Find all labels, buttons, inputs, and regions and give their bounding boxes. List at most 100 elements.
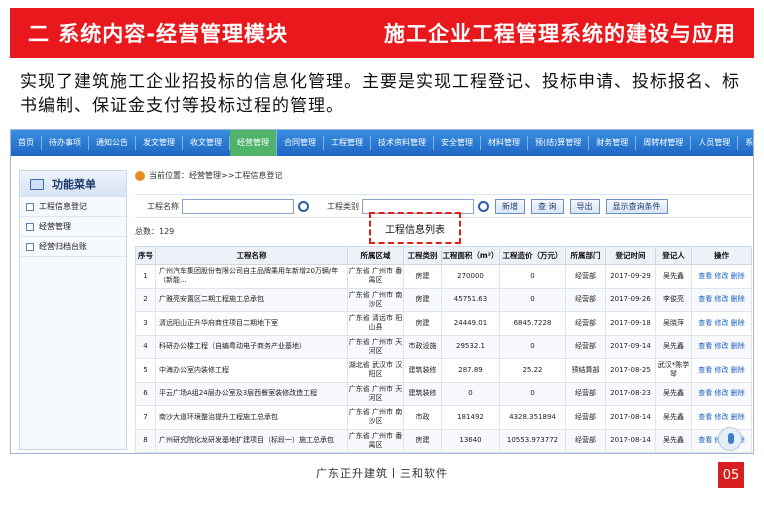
table-row[interactable]: 9保利仙龙全村项目二期CO21地块土建及水电安装工程广东省 从化市 城区房建71… xyxy=(135,452,752,453)
column-header: 工程面积（m²） xyxy=(441,246,500,265)
microphone-button[interactable] xyxy=(718,427,742,451)
name-input[interactable] xyxy=(182,198,294,214)
column-header: 登记时间 xyxy=(605,246,656,265)
row-actions[interactable]: 查看 修改 删除 xyxy=(691,287,752,312)
nav-item[interactable]: 收文管理 xyxy=(183,136,230,150)
column-header: 操作 xyxy=(691,246,752,265)
banner-left-title: 二 系统内容-经营管理模块 xyxy=(28,22,289,46)
table-row[interactable]: 7 南沙大道环境整治提升工程施工总承包 广东省 广州市 南沙区 市政 181492 432… xyxy=(135,405,752,430)
row-actions[interactable]: 查看 修改 删除 xyxy=(691,405,752,430)
query-button[interactable]: 查 询 xyxy=(531,198,564,214)
nav-item[interactable]: 财务管理 xyxy=(589,136,637,150)
table-cell: 清远阳山正升华府商住项目二期地下室 xyxy=(155,311,348,336)
nav-item[interactable]: 通知公告 xyxy=(89,136,136,150)
column-header: 工程名称 xyxy=(155,246,348,265)
sidebar-item-project-register[interactable]: 工程信息登记 xyxy=(20,197,126,217)
table-cell: 0 xyxy=(441,381,500,406)
table-cell: 45751.63 xyxy=(441,287,500,312)
table-cell: 李俊亮 xyxy=(655,287,692,312)
table-row[interactable]: 3 清远阳山正升华府商住项目二期地下室 广东省 清远市 阳山县 房建 24449.01 6… xyxy=(135,311,752,336)
table-cell: 经营部 xyxy=(565,452,606,453)
list-title: 工程信息列表 xyxy=(369,212,461,244)
export-button[interactable]: 导出 xyxy=(569,198,600,214)
row-actions[interactable]: 查看 修改 删除 xyxy=(691,334,752,359)
table-cell: 经营部 xyxy=(565,428,606,453)
table-cell: 4 xyxy=(135,334,156,359)
table-cell: 1 xyxy=(135,264,156,289)
nav-item[interactable]: 合同管理 xyxy=(277,136,324,150)
table-cell: 270000 xyxy=(441,264,500,289)
sidebar-item-archive[interactable]: 经营归档台账 xyxy=(20,237,126,257)
table-cell: 市政设施 xyxy=(403,334,442,359)
table-cell: 2017-08-25 xyxy=(605,358,656,383)
search-icon[interactable] xyxy=(298,200,309,212)
show-conditions-button[interactable]: 显示查询条件 xyxy=(605,198,668,214)
nav-item[interactable]: 待办事项 xyxy=(42,136,89,150)
table-cell: 广东省 广州市 南沙区 xyxy=(347,287,404,312)
nav-item[interactable]: 工程管理 xyxy=(324,136,371,150)
sidebar-header: 功能菜单 xyxy=(20,171,126,197)
add-button[interactable]: 新增 xyxy=(495,198,525,214)
location-icon xyxy=(135,170,145,181)
total-count: 总数：129 xyxy=(135,227,175,236)
nav-item[interactable]: 系统管理 xyxy=(738,136,753,150)
row-actions[interactable]: 查看 修改 删除 xyxy=(691,358,752,383)
nav-item[interactable]: 发文管理 xyxy=(136,136,183,150)
table-cell: 25.22 xyxy=(499,358,566,383)
nav-item[interactable]: 首页 xyxy=(11,136,42,150)
table-cell: 预结算部 xyxy=(565,358,606,383)
nav-item[interactable]: 技术资料管理 xyxy=(371,136,434,150)
footer-text: 广东正升建筑丨三和软件 xyxy=(316,467,448,480)
table-cell: 广雅亮安置区二期工程施工总承包 xyxy=(155,287,348,312)
row-actions[interactable]: 查看 修改 删除 xyxy=(691,264,752,289)
table-cell: 南沙大道环境整治提升工程施工总承包 xyxy=(155,405,348,430)
table-row[interactable]: 8 广州研究院化龙研发基地扩建项目（标段一）施工总承包 广东省 广州市 番禺区 房建 1… xyxy=(135,428,752,453)
table-cell: 科研办公楼工程（自编粤动电子商务产业基地） xyxy=(155,334,348,359)
table-cell: 181492 xyxy=(441,405,500,430)
table-cell: 建筑装修 xyxy=(403,381,442,406)
nav-item[interactable]: 周转材管理 xyxy=(636,136,692,150)
table-cell: 9 xyxy=(135,452,156,453)
table-cell: 2017-09-26 xyxy=(605,287,656,312)
table-cell: 广州研究院化龙研发基地扩建项目（标段一）施工总承包 xyxy=(155,428,348,453)
table-cell: 经营部 xyxy=(565,311,606,336)
table-row[interactable]: 1 广州汽车集团股份有限公司自主品牌乘用车新增20万辆/年（新能... 广东省 广州… xyxy=(135,264,752,289)
column-header: 工程造价（万元） xyxy=(499,246,566,265)
table-row[interactable]: 6 平云广场A组24层办公室及3层西餐室装修改造工程 广东省 广州市 天河区 建筑装修… xyxy=(135,381,752,406)
table-cell: 0 xyxy=(499,287,566,312)
nav-item[interactable]: 安全管理 xyxy=(434,136,481,150)
monitor-icon xyxy=(30,178,44,190)
table-cell: 13640 xyxy=(441,428,500,453)
table-cell: 吴先鑫 xyxy=(655,428,692,453)
column-header: 所属部门 xyxy=(565,246,606,265)
microphone-icon xyxy=(728,433,734,444)
table-cell: 29532.1 xyxy=(441,334,500,359)
table-cell: 武汉*陈学琴 xyxy=(655,358,692,383)
table-cell: 广东省 广州市 南沙区 xyxy=(347,405,404,430)
table-cell: 保利仙龙全村项目二期CO21地块土建及水电安装工程 xyxy=(155,452,348,453)
doc-icon xyxy=(26,202,34,211)
table-row[interactable]: 5 中海办公室内装修工程 湖北省 武汉市 汉阳区 建筑装修 287.89 25.22 预结算… xyxy=(135,358,752,383)
row-actions[interactable]: 查看 修改 删除 xyxy=(691,311,752,336)
table-cell: 2017-08-14 xyxy=(605,405,656,430)
column-header: 所属区域 xyxy=(347,246,404,265)
nav-item[interactable]: 材料管理 xyxy=(481,136,528,150)
table-cell: 广东省 广州市 番禺区 xyxy=(347,264,404,289)
table-row[interactable]: 2 广雅亮安置区二期工程施工总承包 广东省 广州市 南沙区 房建 45751.63 0 经营… xyxy=(135,287,752,312)
search-icon[interactable] xyxy=(478,200,489,212)
table-cell: 湖北省 武汉市 汉阳区 xyxy=(347,358,404,383)
table-row[interactable]: 4 科研办公楼工程（自编粤动电子商务产业基地） 广东省 广州市 天河区 市政设施 295… xyxy=(135,334,752,359)
table-cell: 经营部 xyxy=(565,381,606,406)
table-cell: 吴晓萍 xyxy=(655,311,692,336)
row-actions[interactable]: 查看 修改 删除 xyxy=(691,381,752,406)
table-cell: 市政 xyxy=(403,405,442,430)
table-cell: 广东省 从化市 城区 xyxy=(347,452,404,453)
table-cell: 经营部 xyxy=(565,287,606,312)
row-actions[interactable]: 查看 修改 删除 xyxy=(691,452,752,453)
doc-icon xyxy=(26,222,34,231)
sidebar-item-business[interactable]: 经营管理 xyxy=(20,217,126,237)
nav-item[interactable]: 预(结)算管理 xyxy=(528,136,590,150)
nav-item[interactable]: 经营管理 xyxy=(230,130,277,156)
nav-item[interactable]: 人员管理 xyxy=(691,136,739,150)
sidebar: 功能菜单 工程信息登记 经营管理 经营归档台账 xyxy=(19,170,127,450)
